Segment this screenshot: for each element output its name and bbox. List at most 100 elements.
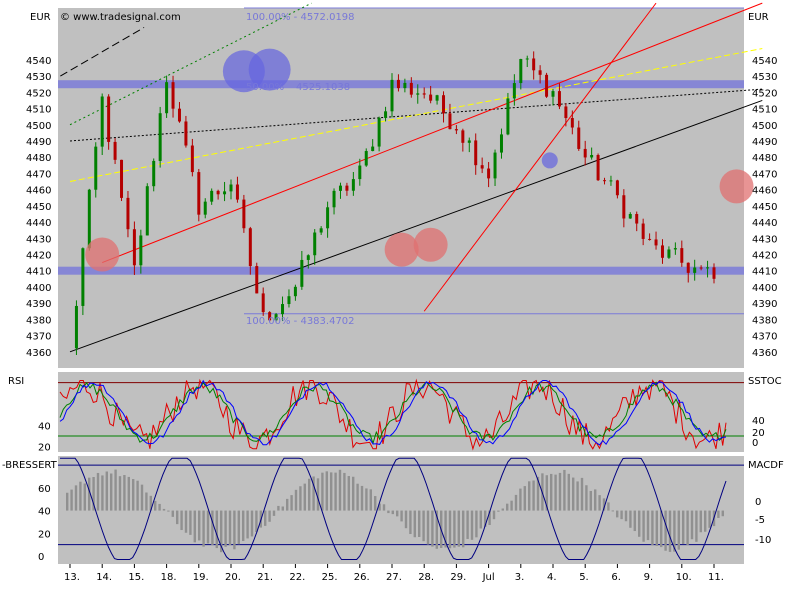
candle-body	[364, 151, 368, 166]
macdf-bar	[255, 510, 258, 533]
candle-body	[461, 130, 465, 143]
macdf-bar	[308, 478, 311, 511]
macdf-bar	[321, 472, 324, 511]
candle-body	[403, 82, 407, 89]
candle-body	[693, 267, 697, 273]
candle-body	[300, 259, 304, 287]
sstoc-tick-right: 0	[752, 438, 758, 449]
red-circle-2	[413, 227, 448, 262]
price-tick-right: 4540	[752, 56, 777, 67]
candle-body	[371, 146, 375, 152]
macdf-bar	[294, 489, 298, 511]
candle-body	[603, 180, 607, 182]
date-tick-label: 9.	[644, 572, 654, 583]
macdf-bar	[286, 498, 289, 511]
macdf-bar	[431, 510, 434, 547]
macdf-bar	[83, 483, 86, 511]
macdf-bar	[554, 474, 557, 511]
candle-body	[261, 293, 265, 313]
candle-body	[474, 140, 478, 166]
macdf-bar	[422, 510, 425, 542]
date-tick-label: 18.	[161, 572, 177, 583]
candle-body	[293, 286, 297, 297]
fib-mid-prefix: 50.00%	[246, 82, 284, 93]
macdf-bar	[611, 510, 614, 512]
candle-body	[416, 93, 420, 95]
date-tick-label: 3.	[515, 572, 525, 583]
macdf-bar	[242, 510, 245, 542]
fib-bottom-label: 100.00% - 4383.4702	[246, 316, 355, 327]
candle-body	[139, 235, 143, 266]
candle-body	[87, 189, 91, 249]
macdf-bar	[413, 510, 416, 538]
candle-body	[384, 111, 388, 118]
macdf-bar	[400, 510, 403, 522]
rsi-tick-left: 40	[38, 421, 51, 432]
macdf-bar	[492, 510, 496, 520]
macdf-bar	[338, 469, 342, 511]
candle-body	[706, 267, 710, 269]
macdf-bar	[268, 510, 271, 522]
macdf-bar	[365, 488, 368, 511]
candle-body	[429, 94, 433, 101]
candle-body	[107, 96, 111, 142]
macdf-bar	[479, 510, 482, 529]
candle-body	[210, 190, 214, 202]
date-tick-label: 21.	[257, 572, 273, 583]
price-tick-right: 4460	[752, 186, 777, 197]
macdf-bar	[74, 485, 78, 511]
date-axis: 13. 14. 15. 18. 19. 20. 21. 22. 25. 26. 27. 28. 29. J…	[64, 564, 724, 583]
macdf-bar	[224, 510, 227, 547]
candle-body	[712, 267, 716, 279]
macdf-bar	[717, 510, 720, 518]
macdf-bar	[136, 480, 139, 511]
macdf-bar	[158, 503, 161, 511]
price-tick-left: 4540	[26, 56, 51, 67]
date-tick-label: 4.	[547, 572, 557, 583]
macdf-bar	[202, 510, 205, 547]
sstoc-tick-right: 20	[752, 428, 765, 439]
macdf-bar	[470, 510, 474, 540]
macdf-bar	[589, 490, 592, 511]
macdf-bar	[677, 510, 680, 550]
candle-body	[190, 145, 194, 173]
date-tick-label: 13.	[64, 572, 80, 583]
price-tick-right: 4530	[752, 72, 777, 83]
candle-body	[525, 58, 529, 60]
macdf-bar	[299, 486, 302, 511]
macdf-bar	[303, 483, 306, 511]
candle-body	[551, 91, 555, 97]
candle-body	[532, 58, 536, 71]
candle-body	[326, 207, 330, 229]
bressert-tick-left: 20	[38, 529, 51, 540]
candle-body	[203, 201, 207, 215]
macdf-bar	[127, 476, 130, 511]
macdf-bar	[250, 510, 254, 537]
support-band-0	[58, 266, 744, 275]
macdf-bar	[699, 510, 702, 533]
price-tick-right: 4420	[752, 250, 777, 261]
candle-body	[223, 191, 227, 195]
price-tick-left: 4400	[26, 283, 51, 294]
macdf-bar	[660, 510, 663, 548]
candle-body	[152, 160, 156, 187]
macdf-bar	[475, 510, 478, 538]
candle-body	[235, 184, 239, 200]
macdf-bar	[567, 473, 570, 511]
macdf-bar	[330, 472, 333, 511]
macdf-bar	[233, 510, 236, 550]
macdf-bar	[572, 477, 575, 511]
candle-body	[422, 93, 426, 95]
price-tick-right: 4480	[752, 153, 777, 164]
macdf-bar	[193, 510, 196, 543]
macdf-bar	[237, 510, 240, 545]
macdf-bar	[514, 494, 518, 511]
macdf-bar	[426, 510, 430, 545]
macdf-bar	[633, 510, 636, 532]
price-tick-right: 4520	[752, 88, 777, 99]
fib-top-label: 100.00% - 4572.0198	[246, 12, 355, 23]
candle-body	[126, 197, 130, 230]
macdf-bar	[347, 476, 350, 511]
macdf-bar	[409, 510, 412, 535]
macdf-bar	[510, 500, 513, 511]
